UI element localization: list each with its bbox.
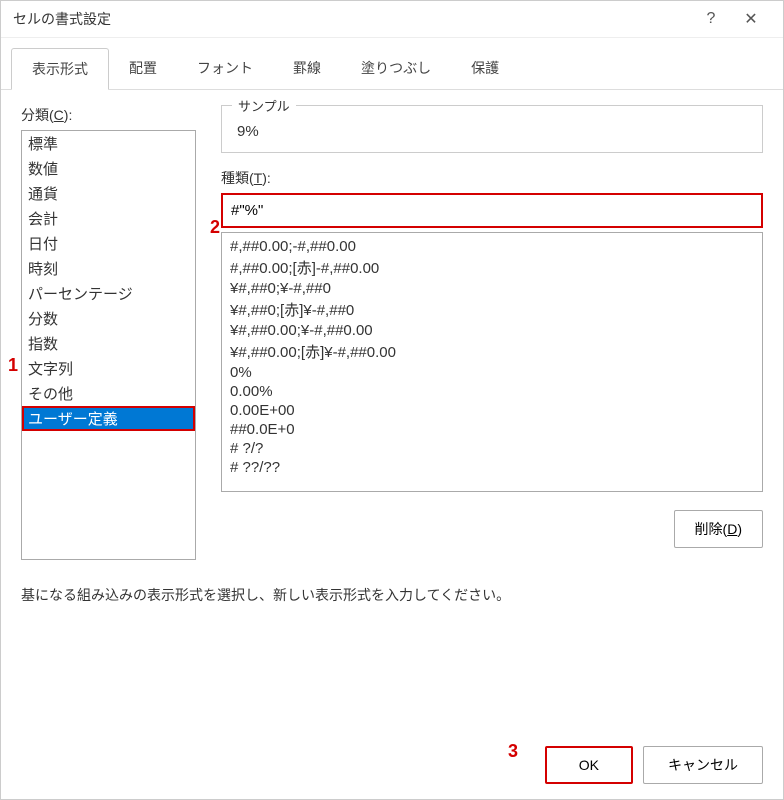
annotation-3: 3 — [508, 741, 518, 762]
category-listbox[interactable]: 標準 数値 通貨 会計 日付 時刻 パーセンテージ 分数 指数 文字列 その他 … — [21, 130, 196, 560]
hint-text: 基になる組み込みの表示形式を選択し、新しい表示形式を入力してください。 — [21, 585, 763, 605]
type-label: 種類(T): — [221, 168, 763, 188]
category-item-standard[interactable]: 標準 — [22, 131, 195, 156]
annotation-2: 2 — [210, 217, 220, 238]
tab-alignment[interactable]: 配置 — [109, 48, 177, 89]
delete-row: 削除(D) — [221, 510, 763, 548]
category-column: 分類(C): 標準 数値 通貨 会計 日付 時刻 パーセンテージ 分数 指数 文… — [21, 105, 201, 560]
annotation-1: 1 — [8, 355, 18, 376]
type-list-item[interactable]: 0.00% — [228, 382, 756, 401]
details-column: サンプル 9% 種類(T): #,##0.00;-#,##0.00 #,##0.… — [221, 105, 763, 560]
dialog-footer: OK キャンセル — [1, 731, 783, 799]
type-list-item[interactable]: ¥#,##0;[赤]¥-#,##0 — [228, 298, 756, 321]
dialog-title: セルの書式設定 — [13, 9, 691, 29]
type-list-item[interactable]: #,##0.00;[赤]-#,##0.00 — [228, 256, 756, 279]
tab-font[interactable]: フォント — [177, 48, 273, 89]
category-item-currency[interactable]: 通貨 — [22, 181, 195, 206]
delete-button[interactable]: 削除(D) — [674, 510, 763, 548]
category-item-text[interactable]: 文字列 — [22, 356, 195, 381]
tab-border[interactable]: 罫線 — [273, 48, 341, 89]
category-label: 分類(C): — [21, 105, 201, 125]
category-item-scientific[interactable]: 指数 — [22, 331, 195, 356]
titlebar: セルの書式設定 ? ✕ — [1, 1, 783, 38]
category-item-time[interactable]: 時刻 — [22, 256, 195, 281]
category-item-percentage[interactable]: パーセンテージ — [22, 281, 195, 306]
tab-fill[interactable]: 塗りつぶし — [341, 48, 451, 89]
type-input[interactable] — [221, 193, 763, 228]
category-item-accounting[interactable]: 会計 — [22, 206, 195, 231]
type-list-item[interactable]: 0.00E+00 — [228, 401, 756, 420]
cancel-button[interactable]: キャンセル — [643, 746, 763, 784]
category-item-date[interactable]: 日付 — [22, 231, 195, 256]
ok-button[interactable]: OK — [545, 746, 633, 784]
format-cells-dialog: セルの書式設定 ? ✕ 表示形式 配置 フォント 罫線 塗りつぶし 保護 分類(… — [0, 0, 784, 800]
sample-label: サンプル — [232, 96, 296, 115]
type-list-item[interactable]: 0% — [228, 363, 756, 382]
content-area: 分類(C): 標準 数値 通貨 会計 日付 時刻 パーセンテージ 分数 指数 文… — [1, 90, 783, 731]
type-list-item[interactable]: ##0.0E+0 — [228, 420, 756, 439]
category-item-fraction[interactable]: 分数 — [22, 306, 195, 331]
type-list-item[interactable]: ¥#,##0.00;¥-#,##0.00 — [228, 321, 756, 340]
type-list-item[interactable]: #,##0.00;-#,##0.00 — [228, 237, 756, 256]
category-item-custom[interactable]: ユーザー定義 — [22, 406, 195, 431]
close-icon[interactable]: ✕ — [731, 9, 771, 29]
type-listbox[interactable]: #,##0.00;-#,##0.00 #,##0.00;[赤]-#,##0.00… — [221, 232, 763, 492]
tab-protection[interactable]: 保護 — [451, 48, 519, 89]
category-item-special[interactable]: その他 — [22, 381, 195, 406]
main-area: 分類(C): 標準 数値 通貨 会計 日付 時刻 パーセンテージ 分数 指数 文… — [21, 105, 763, 560]
tab-number[interactable]: 表示形式 — [11, 48, 109, 90]
category-item-number[interactable]: 数値 — [22, 156, 195, 181]
type-list-item[interactable]: ¥#,##0.00;[赤]¥-#,##0.00 — [228, 340, 756, 363]
type-list-item[interactable]: ¥#,##0;¥-#,##0 — [228, 279, 756, 298]
sample-box: サンプル 9% — [221, 105, 763, 153]
type-list-item[interactable]: # ??/?? — [228, 458, 756, 477]
sample-value: 9% — [237, 118, 747, 140]
type-list-item[interactable]: # ?/? — [228, 439, 756, 458]
help-icon[interactable]: ? — [691, 10, 731, 28]
tab-strip: 表示形式 配置 フォント 罫線 塗りつぶし 保護 — [1, 38, 783, 90]
